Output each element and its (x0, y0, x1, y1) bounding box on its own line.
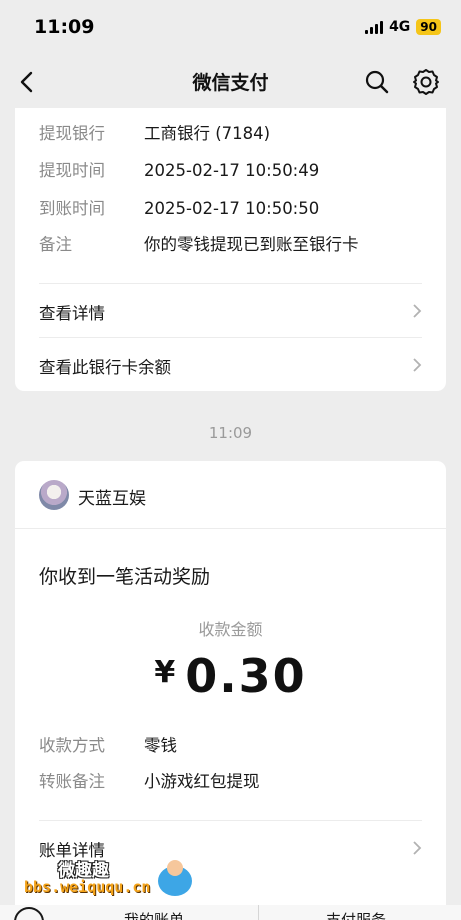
chevron-right-icon (413, 841, 422, 855)
view-bank-balance-link[interactable]: 查看此银行卡余额 (15, 339, 446, 391)
network-type: 4G (389, 19, 411, 35)
mascot-icon (158, 860, 192, 896)
view-details-link[interactable]: 查看详情 (15, 285, 446, 337)
amount-label: 收款金额 (198, 620, 263, 639)
row-value: 你的零钱提现已到账至银行卡 (144, 235, 359, 254)
payment-method-row: 收款方式 零钱 (39, 732, 177, 756)
search-icon[interactable] (363, 68, 391, 96)
withdraw-bank-row: 提现银行 工商银行 (7184) (39, 120, 270, 144)
site-watermark: 微趣趣 bbs.weiququ.cn (6, 846, 192, 896)
avatar (39, 480, 69, 510)
remark-row: 备注 你的零钱提现已到账至银行卡 (39, 231, 359, 255)
row-label: 提现银行 (39, 124, 105, 143)
row-label: 收款方式 (39, 736, 105, 755)
message-timestamp: 11:09 (208, 424, 253, 442)
row-label: 到账时间 (39, 199, 105, 218)
chevron-right-icon (413, 304, 422, 318)
bottom-tab-bar: 我的账单 支付服务 (0, 905, 461, 920)
link-label: 查看详情 (39, 304, 105, 323)
transfer-remark-row: 转账备注 小游戏红包提现 (39, 768, 260, 792)
divider (15, 528, 446, 529)
row-label: 转账备注 (39, 772, 105, 791)
message-title: 你收到一笔活动奖励 (39, 566, 211, 588)
row-label: 备注 (39, 235, 72, 254)
arrival-time-row: 到账时间 2025-02-17 10:50:50 (39, 195, 319, 219)
row-value: 2025-02-17 10:50:49 (144, 161, 320, 180)
row-value: 小游戏红包提现 (144, 772, 260, 791)
status-time: 11:09 (34, 16, 95, 38)
divider (39, 820, 422, 821)
withdraw-notice-card: 提现银行 工商银行 (7184) 提现时间 2025-02-17 10:50:49 … (15, 108, 446, 391)
row-value: 零钱 (144, 736, 177, 755)
nav-bar: 微信支付 (0, 56, 461, 108)
link-label: 查看此银行卡余额 (39, 358, 171, 377)
row-value: 2025-02-17 10:50:50 (144, 199, 320, 218)
watermark-url: bbs.weiququ.cn (24, 878, 151, 896)
divider (258, 905, 259, 920)
row-value: 工商银行 (7184) (144, 124, 271, 143)
battery-indicator: 90 (416, 19, 441, 35)
tab-payment-services[interactable]: 支付服务 (326, 909, 386, 920)
currency-symbol: ¥ (154, 655, 178, 690)
withdraw-time-row: 提现时间 2025-02-17 10:50:49 (39, 157, 319, 181)
sender-name: 天蓝互娱 (78, 489, 146, 509)
row-label: 提现时间 (39, 161, 105, 180)
page-title: 微信支付 (192, 72, 269, 94)
keyboard-icon[interactable] (14, 907, 44, 920)
chevron-right-icon (413, 358, 422, 372)
tab-my-bills[interactable]: 我的账单 (124, 909, 184, 920)
signal-icon (365, 20, 384, 34)
divider (39, 283, 422, 284)
amount-number: 0.30 (185, 649, 307, 703)
status-indicators: 4G 90 (365, 19, 441, 35)
gear-icon[interactable] (411, 67, 441, 97)
divider (39, 337, 422, 338)
status-bar: 11:09 4G 90 (0, 0, 461, 56)
amount-value: ¥0.30 (15, 649, 446, 703)
